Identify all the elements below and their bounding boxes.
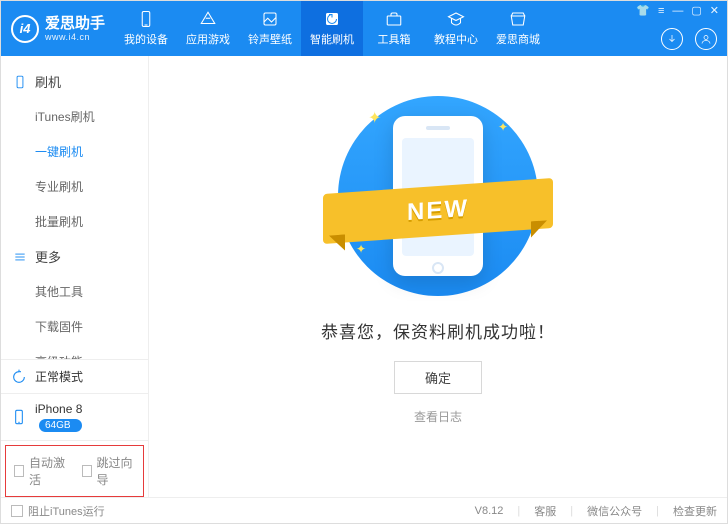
sidebar-section-title: 刷机: [35, 72, 61, 91]
confirm-button[interactable]: 确定: [394, 361, 482, 394]
view-log-link[interactable]: 查看日志: [414, 408, 462, 425]
nav-shop[interactable]: 爱思商城: [487, 1, 549, 56]
toolbox-icon: [385, 10, 403, 28]
flash-icon: [323, 10, 341, 28]
sidebar-item-batch-flash[interactable]: 批量刷机: [1, 204, 148, 239]
footer: 阻止iTunes运行 V8.12 | 客服 | 微信公众号 | 检查更新: [1, 497, 727, 523]
sidebar-item-advanced[interactable]: 高级功能: [1, 344, 148, 359]
main-content: ✦ ✦ ✦ NEW 恭喜您，保资料刷机成功啦！ 确定 查看日志: [149, 56, 727, 497]
checkbox-block-itunes[interactable]: 阻止iTunes运行: [11, 503, 105, 519]
device-phone-icon: [11, 409, 27, 425]
device-mode-row[interactable]: 正常模式: [1, 360, 148, 394]
device-name: iPhone 8: [35, 402, 82, 416]
sidebar-item-download-firmware[interactable]: 下载固件: [1, 309, 148, 344]
close-icon[interactable]: ✕: [710, 4, 719, 17]
checkbox-box-icon: [11, 505, 23, 517]
device-mode-label: 正常模式: [35, 368, 83, 385]
refresh-icon: [11, 369, 27, 385]
nav-apps-games[interactable]: 应用游戏: [177, 1, 239, 56]
footer-link-wechat[interactable]: 微信公众号: [587, 503, 642, 519]
nav-label: 教程中心: [434, 31, 478, 47]
success-title: 恭喜您，保资料刷机成功啦！: [321, 318, 555, 343]
nav-label: 我的设备: [124, 31, 168, 47]
shop-icon: [509, 10, 527, 28]
sidebar-item-itunes-flash[interactable]: iTunes刷机: [1, 99, 148, 134]
checkbox-label: 阻止iTunes运行: [28, 503, 105, 519]
checkbox-label: 自动激活: [29, 454, 67, 488]
nav-my-device[interactable]: 我的设备: [115, 1, 177, 56]
nav-label: 爱思商城: [496, 31, 540, 47]
device-icon: [137, 10, 155, 28]
graduation-icon: [447, 10, 465, 28]
sidebar-section-title: 更多: [35, 247, 61, 266]
menu-lines-icon: [13, 250, 27, 264]
device-row[interactable]: iPhone 8 64GB: [1, 394, 148, 441]
theme-icon[interactable]: 👕: [636, 4, 650, 17]
success-illustration: ✦ ✦ ✦ NEW: [328, 96, 548, 296]
sidebar-item-other-tools[interactable]: 其他工具: [1, 274, 148, 309]
nav-label: 工具箱: [378, 31, 411, 47]
version-label: V8.12: [475, 505, 504, 517]
nav-label: 智能刷机: [310, 31, 354, 47]
sidebar-item-pro-flash[interactable]: 专业刷机: [1, 169, 148, 204]
brand-url: www.i4.cn: [45, 32, 105, 42]
apps-icon: [199, 10, 217, 28]
checkbox-box-icon: [82, 465, 92, 477]
sidebar: 刷机 iTunes刷机 一键刷机 专业刷机 批量刷机 更多 其他工具 下载固件 …: [1, 56, 149, 497]
sidebar-item-oneclick-flash[interactable]: 一键刷机: [1, 134, 148, 169]
wallpaper-icon: [261, 10, 279, 28]
brand-title: 爱思助手: [45, 15, 105, 32]
nav-toolbox[interactable]: 工具箱: [363, 1, 425, 56]
maximize-icon[interactable]: ▢: [691, 4, 701, 17]
nav-label: 应用游戏: [186, 31, 230, 47]
checkbox-label: 跳过向导: [97, 454, 135, 488]
checkbox-auto-activate[interactable]: 自动激活: [14, 454, 68, 488]
checkbox-box-icon: [14, 465, 24, 477]
minimize-icon[interactable]: —: [672, 5, 683, 17]
flash-options-highlighted: 自动激活 跳过向导: [5, 445, 144, 497]
nav-smart-flash[interactable]: 智能刷机: [301, 1, 363, 56]
phone-icon: [13, 75, 27, 89]
nav-ringtone-wallpaper[interactable]: 铃声壁纸: [239, 1, 301, 56]
device-storage-badge: 64GB: [39, 419, 82, 432]
brand-logo-icon: i4: [11, 15, 39, 43]
footer-link-support[interactable]: 客服: [534, 503, 556, 519]
brand: i4 爱思助手 www.i4.cn: [1, 1, 115, 56]
user-profile-icon[interactable]: [695, 28, 717, 50]
nav-tutorials[interactable]: 教程中心: [425, 1, 487, 56]
menu-icon[interactable]: ≡: [658, 5, 664, 17]
nav-label: 铃声壁纸: [248, 31, 292, 47]
download-button-icon[interactable]: [661, 28, 683, 50]
top-nav: 我的设备 应用游戏 铃声壁纸 智能刷机 工具箱 教程中心: [115, 1, 549, 56]
sidebar-section-flash: 刷机: [1, 64, 148, 99]
sidebar-section-more: 更多: [1, 239, 148, 274]
footer-link-check-update[interactable]: 检查更新: [673, 503, 717, 519]
checkbox-skip-setup[interactable]: 跳过向导: [82, 454, 136, 488]
